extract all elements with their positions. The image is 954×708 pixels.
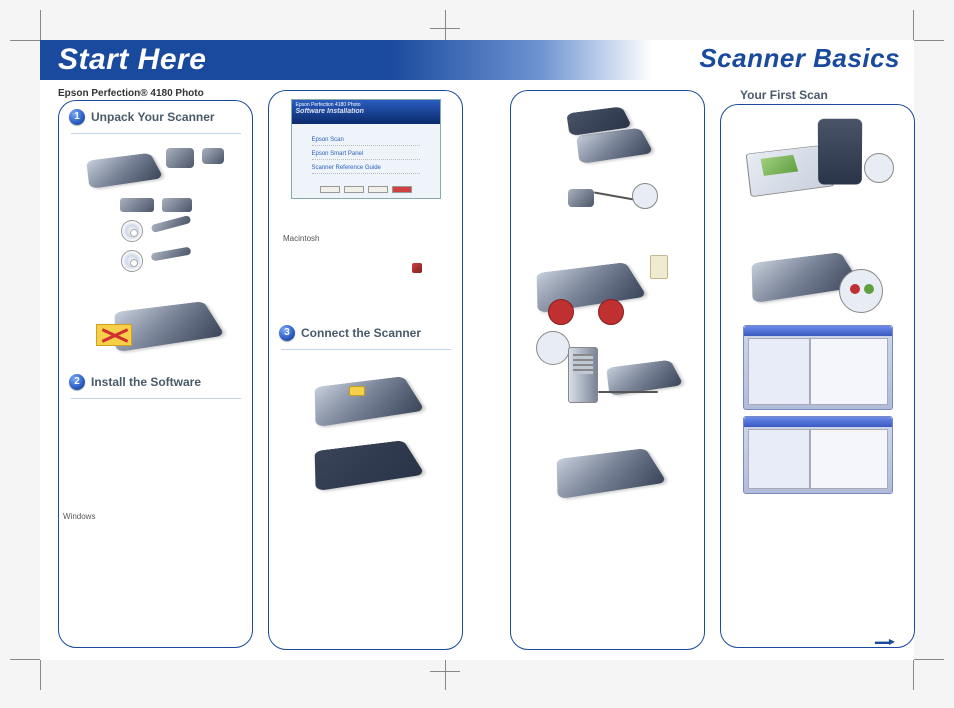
setup-poster: Start Here Scanner Basics Epson Perfecti… <box>40 40 914 660</box>
step-2-title: Install the Software <box>91 375 201 389</box>
usb-callout <box>536 331 570 365</box>
column-1: 1 Unpack Your Scanner <box>58 100 253 648</box>
title-bar: Start Here Scanner Basics <box>40 40 914 80</box>
first-scan-heading: Your First Scan <box>740 88 828 102</box>
cable-2-icon <box>150 247 191 262</box>
corner-align-callout <box>864 153 894 183</box>
step-1-number: 1 <box>69 109 85 125</box>
smart-panel-window <box>743 325 893 410</box>
installer-window: Epson Perfection 4180 Photo Software Ins… <box>291 99 441 199</box>
scanner-ready-illustration <box>538 431 678 501</box>
installer-header: Epson Perfection 4180 Photo Software Ins… <box>292 100 440 124</box>
cd-icon <box>121 220 143 242</box>
step-2-number: 2 <box>69 374 85 390</box>
scanner-lid-open-icon <box>817 119 861 185</box>
unlock-scanner-illustration <box>301 364 431 424</box>
connection-callout-1 <box>548 299 574 325</box>
step-3-title: Connect the Scanner <box>301 326 421 340</box>
column-3 <box>510 90 705 650</box>
outlet-icon <box>650 255 668 279</box>
windows-label: Windows <box>63 512 95 521</box>
macintosh-label: Macintosh <box>283 234 319 243</box>
power-cable-illustration <box>538 179 678 239</box>
title-start-here: Start Here <box>40 40 540 80</box>
film-holder-icon <box>120 198 154 212</box>
power-brick-icon <box>202 148 224 164</box>
step-2-header: 2 Install the Software <box>59 366 252 392</box>
attach-lid-illustration <box>538 103 678 173</box>
press-button-illustration <box>743 237 893 317</box>
step-3-number: 3 <box>279 325 295 341</box>
product-name: Epson Perfection® 4180 Photo <box>58 88 204 99</box>
step-3-header: 3 Connect the Scanner <box>269 317 462 343</box>
remove-tape-illustration <box>96 284 216 354</box>
title-scanner-basics: Scanner Basics <box>699 43 900 74</box>
usb-cable-icon <box>150 215 191 233</box>
connect-computer-illustration <box>528 331 688 421</box>
scan-settings-window <box>743 416 893 494</box>
scan-button-callout <box>839 269 883 313</box>
scanner-back-illustration <box>301 428 431 488</box>
place-document-illustration <box>738 119 898 229</box>
lock-switch-icon <box>349 386 365 396</box>
cd-2-icon <box>121 250 143 272</box>
step-1-header: 1 Unpack Your Scanner <box>59 101 252 127</box>
film-holder-2-icon <box>162 198 192 212</box>
continue-arrow-icon: ▬▬▶ <box>875 637 894 646</box>
computer-tower-icon <box>568 347 598 403</box>
connection-callout-2 <box>598 299 624 325</box>
step-1-title: Unpack Your Scanner <box>91 110 215 124</box>
tape-remove-x-icon <box>96 324 132 346</box>
scanner-icon <box>86 153 163 189</box>
column-4 <box>720 104 915 648</box>
installer-links: Epson Scan Epson Smart Panel Scanner Ref… <box>292 124 440 187</box>
column-2: Epson Perfection 4180 Photo Software Ins… <box>268 90 463 650</box>
mac-install-icon <box>412 263 422 273</box>
plug-power-illustration <box>528 245 688 325</box>
unpack-items <box>69 144 242 194</box>
cable-connector-callout <box>632 183 658 209</box>
power-adapter-icon <box>166 148 194 168</box>
